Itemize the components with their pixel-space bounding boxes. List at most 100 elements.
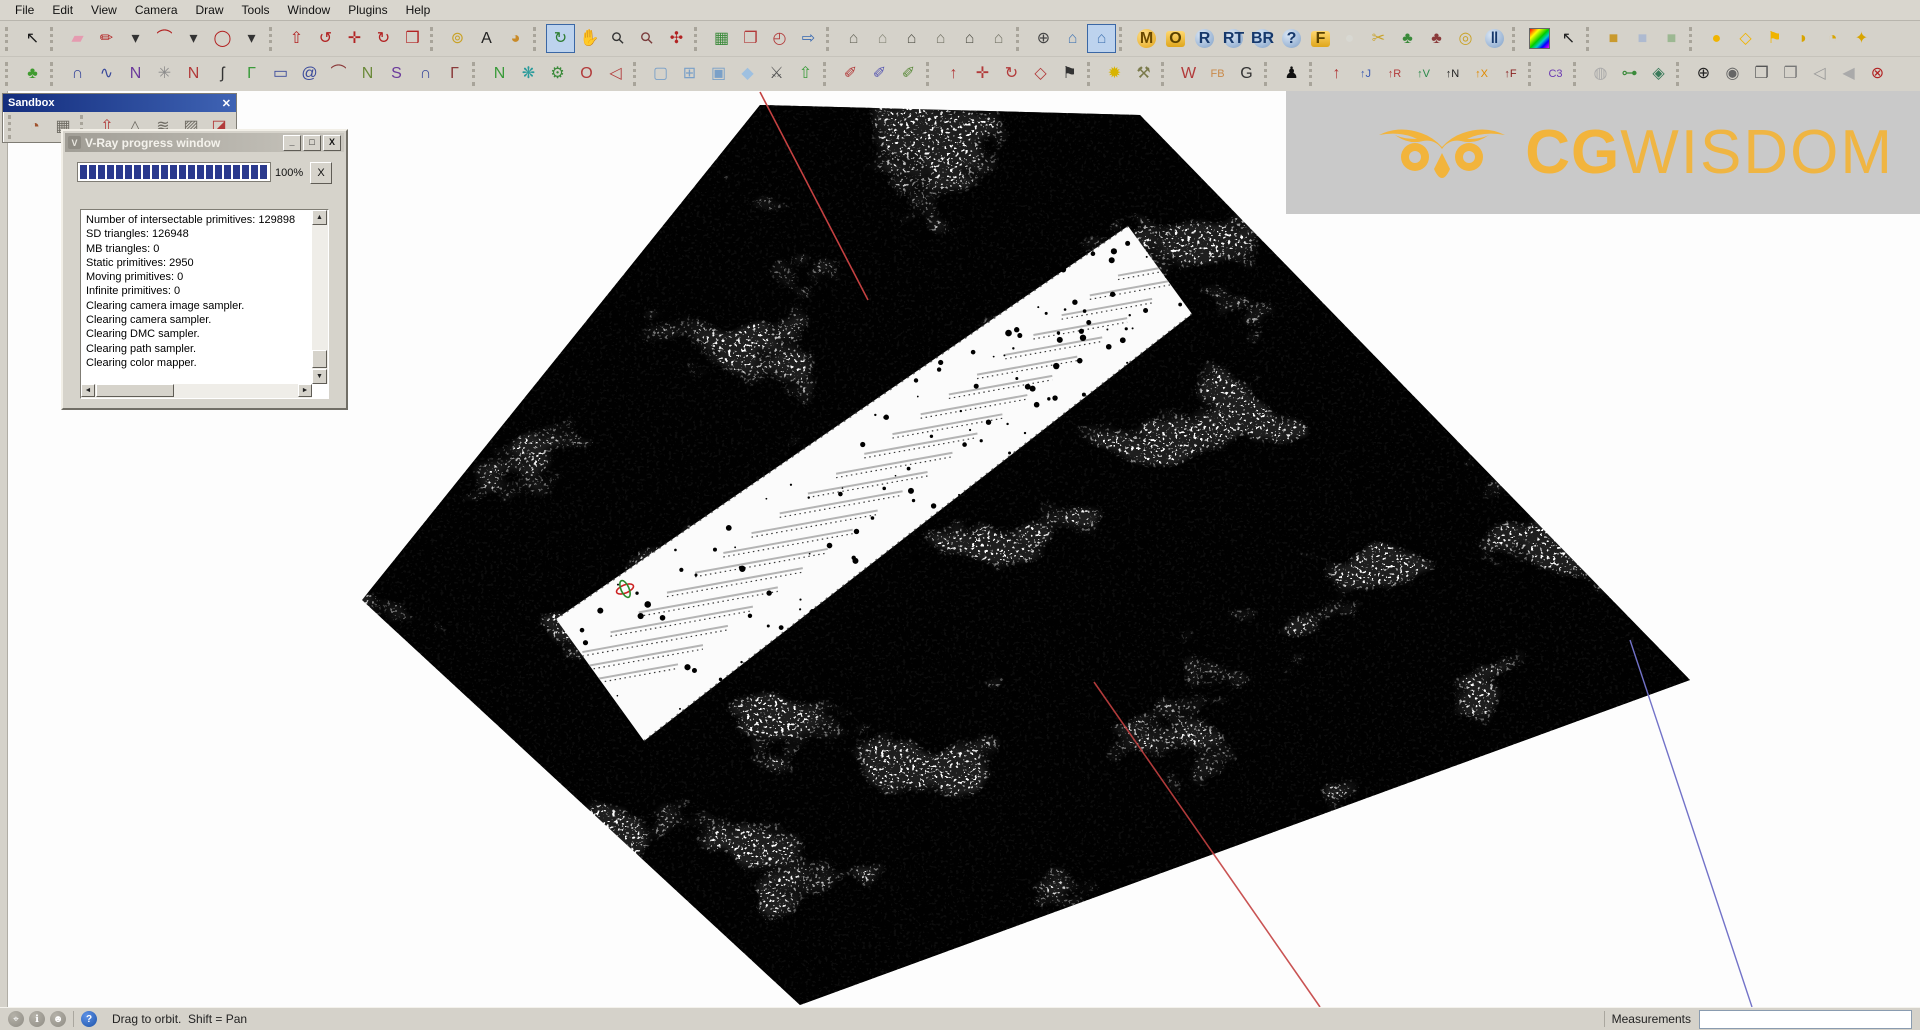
scroll-down-button[interactable]: ▼ <box>312 369 327 384</box>
curve-l-tool[interactable]: Γ <box>440 60 469 89</box>
eraser-tool[interactable]: ▰ <box>63 24 92 53</box>
menu-plugins[interactable]: Plugins <box>339 1 396 19</box>
tree-maker-tool[interactable]: ♣ <box>18 60 47 89</box>
extrude-f-tool[interactable]: ↑F <box>1496 60 1525 89</box>
subdivide-cube-tool[interactable]: ⊞ <box>675 60 704 89</box>
section-cut-toggle[interactable]: ⌂ <box>1087 24 1116 53</box>
menu-window[interactable]: Window <box>279 1 340 19</box>
vertex-color-tool[interactable]: ↑ <box>939 60 968 89</box>
curve-n-tool[interactable]: N <box>179 60 208 89</box>
color-swatch[interactable] <box>1525 24 1554 53</box>
camera-dolly-tool[interactable]: ❐ <box>1747 60 1776 89</box>
vertex-rotate-tool[interactable]: ↻ <box>997 60 1026 89</box>
extension-warehouse-tool[interactable]: ◴ <box>765 24 794 53</box>
extrude-j-tool[interactable]: ↑J <box>1351 60 1380 89</box>
sculpt-smooth-brush[interactable]: ✐ <box>865 60 894 89</box>
menu-draw[interactable]: Draw <box>187 1 233 19</box>
toolbar-grip[interactable] <box>1573 62 1581 86</box>
toolbar-grip[interactable] <box>269 27 277 51</box>
fur-fb-tool[interactable]: FB <box>1203 60 1232 89</box>
from-contours-tool[interactable]: ◔ <box>21 113 49 141</box>
curve-arc-tool[interactable]: ⌒ <box>324 60 353 89</box>
minimize-button[interactable]: _ <box>283 135 301 151</box>
radial-disc-tool[interactable]: ✹ <box>1100 60 1129 89</box>
maximize-button[interactable]: □ <box>303 135 321 151</box>
vray-progress-window[interactable]: V V-Ray progress window _ □ X 100% X Num… <box>61 129 348 410</box>
sandbox-titlebar[interactable]: Sandbox ✕ <box>3 94 236 112</box>
geolocation-icon[interactable]: ⌖ <box>8 1011 24 1027</box>
ies-light[interactable]: ✦ <box>1847 24 1876 53</box>
extract-face-tool[interactable]: ⇧ <box>791 60 820 89</box>
curve-spiral-tool[interactable]: @ <box>295 60 324 89</box>
menu-help[interactable]: Help <box>397 1 440 19</box>
toolbar-grip[interactable] <box>1689 27 1697 51</box>
toolbar-grip[interactable] <box>1119 27 1127 51</box>
frustum-volume-tool[interactable]: ◀ <box>1834 60 1863 89</box>
fur-grass-tool[interactable]: G <box>1232 60 1261 89</box>
curve-corner-tool[interactable]: Γ <box>237 60 266 89</box>
curve-settings-tool[interactable]: ⚙ <box>543 60 572 89</box>
knife-tool[interactable]: ⚔ <box>762 60 791 89</box>
vray-batch-render[interactable]: BR <box>1248 24 1277 53</box>
remove-camera-tool[interactable]: ⊗ <box>1863 60 1892 89</box>
vertex-move-tool[interactable]: ✛ <box>968 60 997 89</box>
omni-light[interactable]: ● <box>1702 24 1731 53</box>
frustum-lines-tool[interactable]: ◁ <box>1805 60 1834 89</box>
line-dropdown-arrow[interactable]: ▾ <box>121 24 150 53</box>
attractor-tool[interactable]: ⊶ <box>1615 60 1644 89</box>
vray-region-render[interactable]: ◎ <box>1451 24 1480 53</box>
toolbar-grip[interactable] <box>1676 62 1684 86</box>
section-plane-tool[interactable]: ⊕ <box>1029 24 1058 53</box>
curve-bezier-tool[interactable]: ∿ <box>92 60 121 89</box>
vray-pack-project[interactable]: ✂ <box>1364 24 1393 53</box>
view-iso[interactable]: ⌂ <box>839 24 868 53</box>
vray-render[interactable]: R <box>1190 24 1219 53</box>
arc-dropdown-arrow[interactable]: ▾ <box>179 24 208 53</box>
menu-edit[interactable]: Edit <box>43 1 82 19</box>
vray-asset-options[interactable]: O <box>1161 24 1190 53</box>
credits-icon[interactable]: ℹ <box>29 1011 45 1027</box>
wireframe-mesh-tool[interactable]: ◈ <box>1644 60 1673 89</box>
shell-generator-tool[interactable]: ◍ <box>1586 60 1615 89</box>
toolbar-grip[interactable] <box>1264 62 1272 86</box>
menu-view[interactable]: View <box>82 1 126 19</box>
curve-cubic-tool[interactable]: N <box>121 60 150 89</box>
extrude-edges-tool[interactable]: ↑ <box>1322 60 1351 89</box>
view-left[interactable]: ⌂ <box>955 24 984 53</box>
rectangle-light[interactable]: ◇ <box>1731 24 1760 53</box>
scroll-left-button[interactable]: ◄ <box>81 384 95 397</box>
curve-s-tool[interactable]: ʃ <box>208 60 237 89</box>
zoom-extents-tool[interactable]: ✣ <box>662 24 691 53</box>
cube-green[interactable]: ■ <box>1657 24 1686 53</box>
cancel-render-button[interactable]: X <box>310 162 332 184</box>
extrude-n-tool[interactable]: ↑N <box>1438 60 1467 89</box>
toolbar-grip[interactable] <box>5 62 13 86</box>
curve-u-tool[interactable]: ∩ <box>411 60 440 89</box>
extrude-r-tool[interactable]: ↑R <box>1380 60 1409 89</box>
zoom-tool[interactable]: ⚲ <box>604 24 633 53</box>
toolbar-grip[interactable] <box>50 27 58 51</box>
export-tool[interactable]: ⇨ <box>794 24 823 53</box>
cube-gold[interactable]: ■ <box>1599 24 1628 53</box>
shard-tool[interactable]: ◆ <box>733 60 762 89</box>
pick-path-tool[interactable]: ↖ <box>1554 24 1583 53</box>
vray-frame-buffer[interactable]: F <box>1306 24 1335 53</box>
rotate-tool[interactable]: ↻ <box>369 24 398 53</box>
figure-component[interactable]: ♟ <box>1277 60 1306 89</box>
pan-tool[interactable]: ✋ <box>575 24 604 53</box>
paint-bucket-tool[interactable]: ◕ <box>501 24 530 53</box>
offset-tool[interactable]: ❒ <box>398 24 427 53</box>
extrude-v-tool[interactable]: ↑V <box>1409 60 1438 89</box>
toolbar-grip[interactable] <box>926 62 934 86</box>
toolbar-grip[interactable] <box>1512 27 1520 51</box>
polygon-flower-tool[interactable]: ❋ <box>514 60 543 89</box>
cube-blue[interactable]: ■ <box>1628 24 1657 53</box>
sandbox-close-icon[interactable]: ✕ <box>222 97 231 110</box>
toolbar-grip[interactable] <box>533 27 541 51</box>
vertical-scroll-thumb[interactable] <box>312 350 327 368</box>
vertex-pin-tool[interactable]: ⚑ <box>1055 60 1084 89</box>
share-model-tool[interactable]: ❐ <box>736 24 765 53</box>
toolbar-grip[interactable] <box>823 62 831 86</box>
horizontal-scroll-thumb[interactable] <box>96 384 174 397</box>
view-top[interactable]: ⌂ <box>868 24 897 53</box>
